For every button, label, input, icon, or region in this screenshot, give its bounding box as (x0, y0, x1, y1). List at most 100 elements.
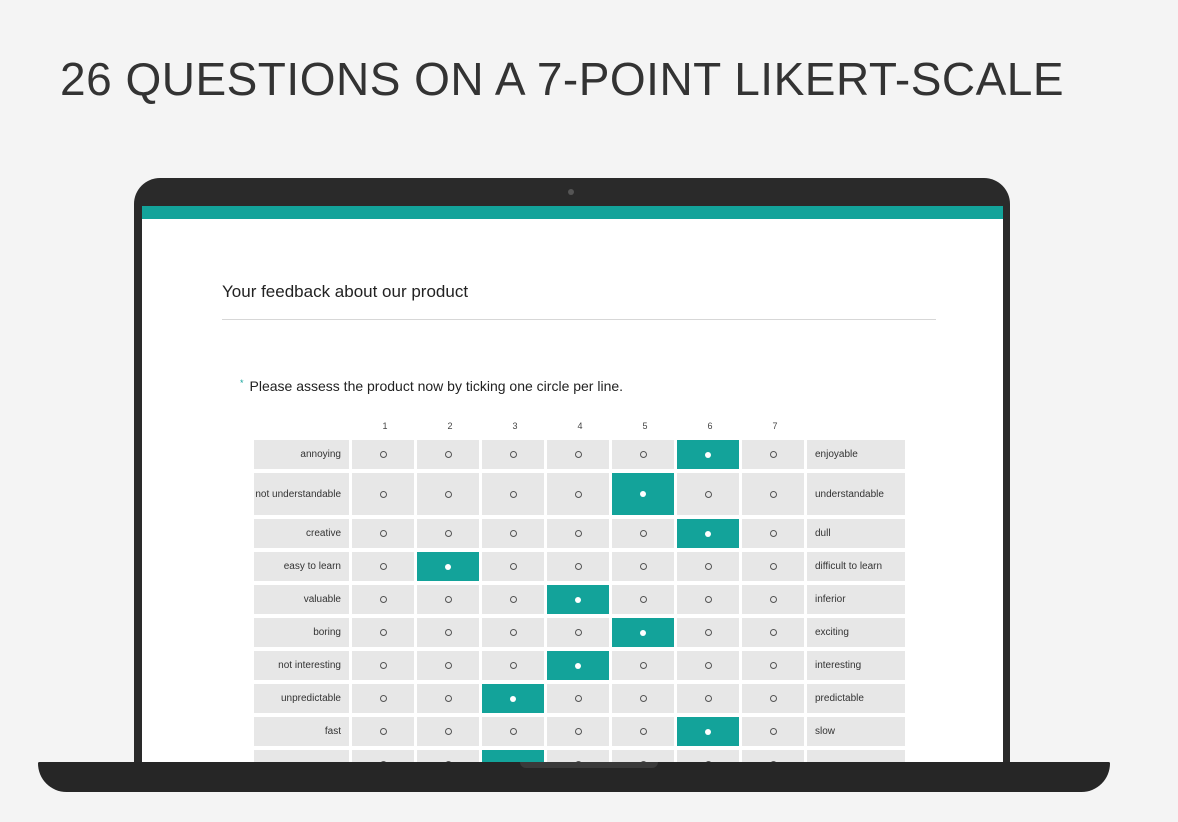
radio-option[interactable] (612, 684, 674, 713)
radio-empty-icon (769, 530, 777, 537)
radio-option-selected[interactable] (547, 585, 609, 614)
radio-empty-icon (704, 490, 712, 498)
radio-empty-icon (769, 728, 777, 735)
radio-option-selected[interactable] (677, 519, 739, 548)
radio-option[interactable] (547, 473, 609, 515)
radio-option[interactable] (352, 651, 414, 680)
radio-option[interactable] (417, 750, 479, 762)
likert-row: not understandable understandable (254, 473, 908, 515)
radio-option[interactable] (677, 585, 739, 614)
radio-empty-icon (379, 596, 387, 603)
radio-option[interactable] (482, 552, 544, 581)
row-right-label: slow (807, 717, 905, 746)
radio-option[interactable] (742, 519, 804, 548)
radio-option[interactable] (547, 750, 609, 762)
radio-empty-icon (509, 490, 517, 498)
radio-option-selected[interactable] (677, 717, 739, 746)
radio-empty-icon (379, 490, 387, 498)
radio-filled-icon (705, 530, 711, 537)
row-left-label: valuable (254, 585, 349, 614)
radio-option-selected[interactable] (417, 552, 479, 581)
radio-option[interactable] (352, 750, 414, 762)
radio-option[interactable] (352, 552, 414, 581)
radio-option[interactable] (482, 519, 544, 548)
radio-option[interactable] (742, 618, 804, 647)
radio-option[interactable] (417, 473, 479, 515)
radio-option[interactable] (547, 519, 609, 548)
radio-option-selected[interactable] (482, 684, 544, 713)
radio-option[interactable] (612, 552, 674, 581)
radio-option[interactable] (482, 585, 544, 614)
radio-option[interactable] (742, 684, 804, 713)
radio-empty-icon (639, 662, 647, 669)
radio-empty-icon (639, 596, 647, 603)
radio-empty-icon (769, 596, 777, 603)
radio-option[interactable] (742, 585, 804, 614)
radio-option[interactable] (612, 651, 674, 680)
radio-option[interactable] (612, 519, 674, 548)
radio-option[interactable] (417, 717, 479, 746)
radio-empty-icon (769, 490, 777, 498)
radio-option[interactable] (677, 651, 739, 680)
radio-filled-icon (575, 662, 581, 669)
radio-empty-icon (444, 490, 452, 498)
radio-filled-icon (510, 695, 516, 702)
radio-option[interactable] (547, 684, 609, 713)
radio-option[interactable] (677, 552, 739, 581)
radio-option[interactable] (417, 684, 479, 713)
radio-empty-icon (444, 728, 452, 735)
radio-option[interactable] (352, 519, 414, 548)
radio-option[interactable] (742, 440, 804, 469)
radio-option[interactable] (742, 552, 804, 581)
radio-option[interactable] (482, 618, 544, 647)
likert-grid: annoying enjoyable not understandable under… (254, 440, 908, 762)
radio-option[interactable] (482, 440, 544, 469)
radio-option[interactable] (547, 717, 609, 746)
radio-option[interactable] (482, 473, 544, 515)
radio-option[interactable] (417, 618, 479, 647)
radio-empty-icon (444, 451, 452, 458)
radio-option[interactable] (677, 684, 739, 713)
radio-option[interactable] (352, 585, 414, 614)
radio-option[interactable] (677, 473, 739, 515)
radio-empty-icon (769, 629, 777, 636)
radio-option[interactable] (612, 750, 674, 762)
radio-option[interactable] (612, 440, 674, 469)
radio-option[interactable] (612, 585, 674, 614)
radio-option[interactable] (612, 717, 674, 746)
radio-option[interactable] (417, 440, 479, 469)
radio-empty-icon (509, 596, 517, 603)
scale-number-4: 4 (577, 421, 583, 431)
radio-option[interactable] (677, 618, 739, 647)
radio-option[interactable] (547, 552, 609, 581)
laptop-notch (520, 762, 658, 768)
radio-option[interactable] (677, 750, 739, 762)
radio-option-selected[interactable] (677, 440, 739, 469)
radio-option[interactable] (742, 750, 804, 762)
row-right-label (807, 750, 905, 762)
radio-option[interactable] (417, 585, 479, 614)
radio-option[interactable] (352, 618, 414, 647)
radio-option[interactable] (742, 651, 804, 680)
radio-option[interactable] (352, 440, 414, 469)
radio-option[interactable] (417, 519, 479, 548)
scale-number-6: 6 (707, 421, 713, 431)
radio-option[interactable] (482, 651, 544, 680)
radio-option[interactable] (547, 618, 609, 647)
radio-empty-icon (574, 451, 582, 458)
radio-option-selected[interactable] (547, 651, 609, 680)
radio-option[interactable] (547, 440, 609, 469)
radio-empty-icon (574, 530, 582, 537)
radio-option[interactable] (742, 717, 804, 746)
radio-option[interactable] (352, 473, 414, 515)
radio-option[interactable] (352, 684, 414, 713)
radio-option[interactable] (742, 473, 804, 515)
radio-option-selected[interactable] (482, 750, 544, 762)
radio-option[interactable] (352, 717, 414, 746)
radio-option-selected[interactable] (612, 618, 674, 647)
radio-option[interactable] (417, 651, 479, 680)
radio-option-selected[interactable] (612, 473, 674, 515)
divider (222, 319, 936, 320)
row-right-label: exciting (807, 618, 905, 647)
radio-option[interactable] (482, 717, 544, 746)
